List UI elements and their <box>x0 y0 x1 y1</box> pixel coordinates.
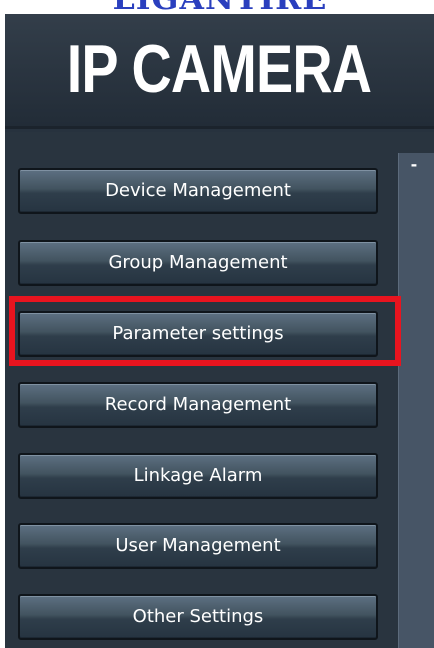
header: IP CAMERA <box>5 14 434 129</box>
app-title: IP CAMERA <box>66 31 372 107</box>
parameter-settings-button[interactable]: Parameter settings <box>18 311 378 357</box>
device-management-button[interactable]: Device Management <box>18 168 378 214</box>
record-management-button[interactable]: Record Management <box>18 382 378 428</box>
scrollbar[interactable]: - <box>398 153 434 648</box>
collapse-button[interactable]: - <box>405 157 423 175</box>
linkage-alarm-button[interactable]: Linkage Alarm <box>18 453 378 499</box>
app-window: LIGANTIRE IP CAMERA - Device Management … <box>0 0 434 648</box>
user-management-button[interactable]: User Management <box>18 523 378 569</box>
ip-camera-panel: IP CAMERA - Device Management Group Mana… <box>5 14 434 648</box>
other-settings-button[interactable]: Other Settings <box>18 594 378 640</box>
group-management-button[interactable]: Group Management <box>18 240 378 286</box>
